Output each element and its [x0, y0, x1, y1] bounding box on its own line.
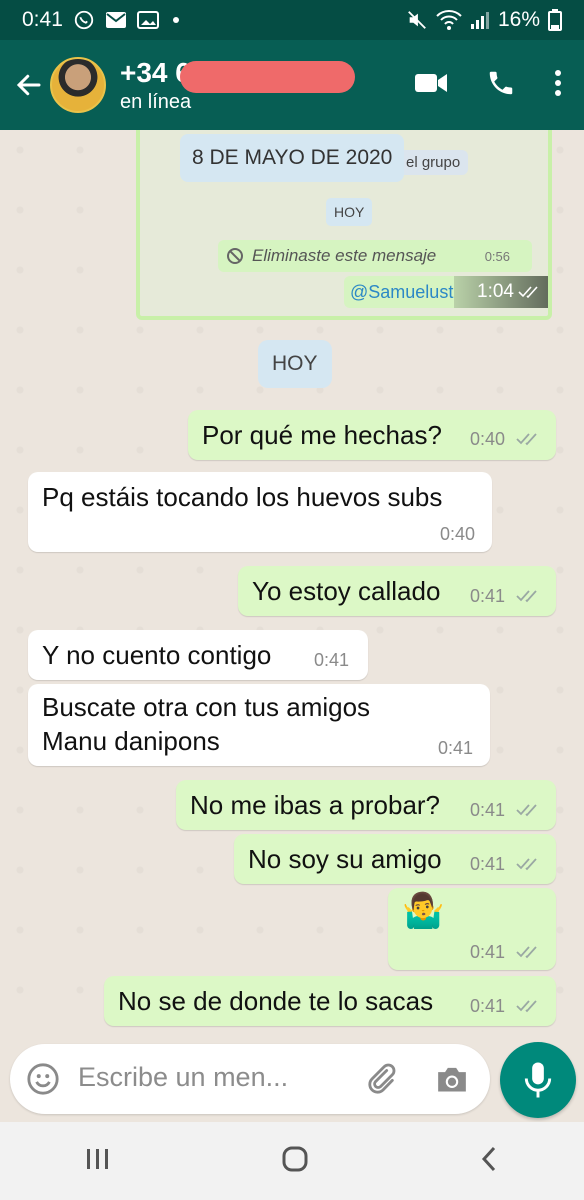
message-time: 0:41 — [470, 854, 506, 874]
message-text: Pq estáis tocando los huevos subs — [42, 482, 443, 512]
message-input[interactable]: Escribe un men... — [10, 1044, 490, 1114]
mic-icon — [524, 1062, 552, 1098]
home-icon[interactable] — [281, 1145, 309, 1178]
message-text-line1: Buscate otra con tus amigos — [42, 692, 371, 722]
message-time: 0:41 — [470, 800, 506, 820]
message-bubble[interactable]: Y no cuento contigo 0:41 — [28, 630, 368, 680]
contact-status: en línea — [120, 90, 192, 113]
system-nav-bar — [0, 1122, 584, 1200]
double-check-icon — [516, 1000, 537, 1013]
redaction-mark — [180, 60, 355, 93]
more-vert-icon[interactable] — [554, 69, 562, 102]
battery-percent: 16% — [497, 8, 540, 31]
status-bar: 0:41 16% — [0, 0, 584, 40]
message-bubble[interactable]: Yo estoy callado 0:41 — [238, 566, 556, 616]
message-bubble[interactable]: No me ibas a probar? 0:41 — [176, 780, 556, 830]
message-bubble[interactable]: No soy su amigo 0:41 — [234, 834, 556, 884]
message-text: Yo estoy callado — [252, 576, 441, 606]
message-time: 0:41 — [470, 586, 506, 606]
signal-icon — [470, 10, 490, 30]
message-time: 0:40 — [470, 429, 506, 449]
double-check-icon — [516, 590, 537, 603]
emoji-message: 🤷‍♂️ — [402, 892, 445, 930]
back-button[interactable] — [4, 40, 54, 130]
avatar[interactable] — [50, 57, 106, 113]
overlay-time: 1:04 — [477, 281, 514, 302]
message-bubble[interactable]: Buscate otra con tus amigos Manu danipon… — [28, 684, 490, 766]
message-bubble[interactable]: No se de donde te lo sacas 0:41 — [104, 976, 556, 1026]
message-bubble[interactable]: 🤷‍♂️ 0:41 — [388, 888, 556, 970]
message-time: 0:41 — [470, 942, 506, 962]
message-bubble[interactable]: Pq estáis tocando los huevos subs 0:40 — [28, 472, 492, 552]
arrow-left-icon — [16, 74, 41, 96]
day-chip: HOY — [258, 340, 332, 388]
message-time: 0:40 — [440, 524, 476, 544]
double-check-icon — [518, 286, 538, 299]
day-pill-small: HOY — [326, 198, 373, 226]
camera-icon[interactable] — [434, 1062, 470, 1101]
message-text: No se de donde te lo sacas — [118, 986, 434, 1016]
recents-icon[interactable] — [85, 1147, 111, 1176]
video-call-icon[interactable] — [414, 71, 448, 100]
double-check-icon — [516, 946, 537, 959]
message-time: 0:41 — [314, 650, 350, 670]
back-icon[interactable] — [479, 1145, 499, 1178]
screenshot-image[interactable]: el grupo 8 DE MAYO DE 2020 HOY Eliminast… — [136, 130, 552, 320]
blocked-icon — [227, 248, 243, 264]
message-text: No me ibas a probar? — [190, 790, 441, 820]
message-text: Por qué me hechas? — [202, 420, 442, 450]
double-check-icon — [516, 804, 537, 817]
message-text: No soy su amigo — [248, 844, 442, 874]
mention-text: @Samuelust — [350, 281, 454, 302]
group-fragment: el grupo — [398, 150, 469, 175]
message-bubble[interactable]: Por qué me hechas? 0:40 — [188, 410, 556, 460]
mute-icon — [406, 9, 428, 31]
message-text: Y no cuento contigo — [42, 640, 272, 670]
deleted-text: Eliminaste este mensaje — [252, 246, 437, 265]
wifi-icon — [436, 9, 462, 31]
attach-icon[interactable] — [364, 1062, 398, 1101]
image-time-overlay: 1:04 — [454, 276, 548, 308]
phone-icon[interactable] — [486, 68, 516, 103]
battery-icon — [548, 9, 562, 31]
date-pill: 8 DE MAYO DE 2020 — [180, 134, 405, 182]
clock: 0:41 — [22, 8, 63, 31]
mail-icon — [105, 11, 127, 29]
composer-bar: Escribe un men... — [0, 1040, 584, 1120]
chat-header: +34 6 en línea — [0, 40, 584, 130]
double-check-icon — [516, 858, 537, 871]
image-icon — [136, 11, 159, 29]
deleted-message: Eliminaste este mensaje 0:56 — [218, 240, 532, 272]
double-check-icon — [516, 433, 537, 446]
chat-area[interactable]: el grupo 8 DE MAYO DE 2020 HOY Eliminast… — [0, 130, 584, 1040]
contact-info[interactable]: +34 6 en línea — [120, 57, 355, 114]
notification-dot — [172, 17, 179, 23]
deleted-time: 0:56 — [484, 248, 510, 264]
mic-button[interactable] — [500, 1042, 576, 1118]
message-placeholder: Escribe un men... — [78, 1062, 289, 1092]
message-time: 0:41 — [470, 996, 506, 1016]
message-text-line2: Manu danipons — [42, 726, 220, 756]
emoji-icon[interactable] — [26, 1062, 60, 1101]
message-time: 0:41 — [438, 738, 474, 758]
whatsapp-icon — [73, 9, 95, 31]
